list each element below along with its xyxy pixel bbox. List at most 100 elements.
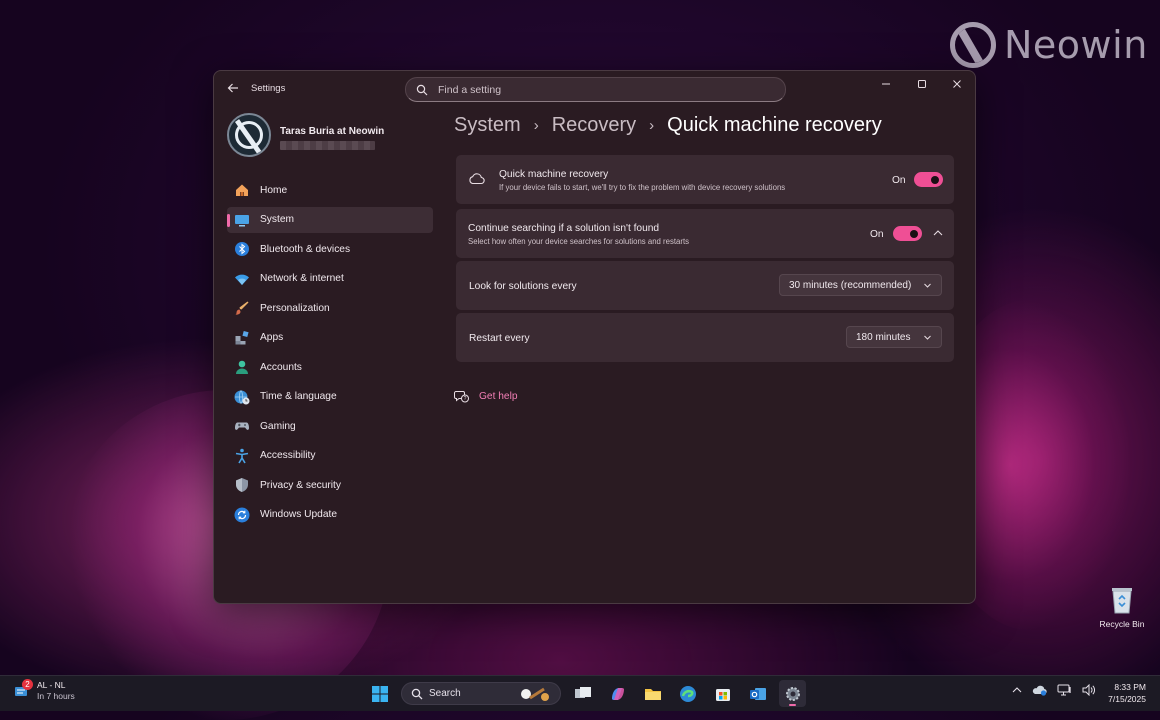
sidebar-item-home[interactable]: Home: [227, 177, 433, 203]
restart-every-dropdown[interactable]: 180 minutes: [846, 326, 942, 348]
breadcrumb-system[interactable]: System: [454, 114, 521, 137]
system-icon: [234, 212, 250, 228]
continue-search-toggle[interactable]: [893, 226, 922, 241]
sidebar-item-label: Apps: [260, 332, 284, 343]
shield-icon: [234, 477, 250, 493]
back-button[interactable]: [224, 80, 242, 98]
globe-clock-icon: [234, 389, 250, 405]
settings-app-button[interactable]: [779, 680, 806, 707]
quick-recovery-title: Quick machine recovery: [499, 169, 609, 180]
title-bar: Settings: [214, 71, 975, 107]
continue-search-card[interactable]: Continue searching if a solution isn't f…: [456, 209, 954, 258]
volume-icon[interactable]: [1082, 684, 1096, 696]
search-input[interactable]: [436, 82, 760, 97]
weather-icon: 2: [13, 679, 33, 700]
look-for-solutions-label: Look for solutions every: [469, 281, 577, 292]
taskbar-search[interactable]: Search: [401, 682, 561, 705]
person-icon: [234, 359, 250, 375]
store-button[interactable]: [709, 680, 736, 707]
outlook-icon: [749, 687, 766, 700]
minimize-icon: [882, 83, 890, 85]
search-highlight-icon: [521, 687, 549, 701]
apps-icon: [234, 330, 250, 346]
edge-browser-icon: [679, 685, 696, 702]
folder-icon: [644, 688, 661, 700]
sidebar-item-label: Accounts: [260, 361, 302, 373]
cloud-icon: [469, 173, 485, 185]
edge-button[interactable]: [674, 680, 701, 707]
chevron-up-icon[interactable]: [1012, 686, 1022, 694]
help-chat-icon: ?: [454, 391, 469, 403]
store-icon: [715, 688, 730, 701]
taskbar-clock[interactable]: 8:33 PM 7/15/2025: [1100, 681, 1146, 705]
restart-every-row: Restart every 180 minutes: [456, 313, 954, 362]
restart-every-label: Restart every: [469, 333, 530, 344]
search-icon: [416, 84, 428, 95]
chevron-right-icon: ›: [649, 117, 655, 134]
sidebar-item-system[interactable]: System: [227, 206, 433, 233]
quick-recovery-state: On: [892, 175, 906, 186]
network-icon[interactable]: [1057, 684, 1072, 696]
close-button[interactable]: [940, 75, 974, 97]
sidebar-item-label: Accessibility: [260, 450, 316, 461]
gamepad-icon: [234, 418, 250, 434]
sidebar-item-label: Windows Update: [260, 509, 338, 520]
sidebar-item-apps[interactable]: Apps: [227, 325, 433, 351]
quick-recovery-toggle[interactable]: [914, 172, 943, 187]
task-view-icon: [574, 686, 591, 698]
copilot-button[interactable]: [604, 680, 631, 707]
profile-email-redacted: [280, 141, 375, 150]
user-profile[interactable]: Taras Buria at Neowin: [227, 113, 427, 159]
look-for-solutions-dropdown[interactable]: 30 minutes (recommended): [779, 274, 942, 296]
sidebar-item-accessibility[interactable]: Accessibility: [227, 443, 433, 469]
sidebar-item-windows-update[interactable]: Windows Update: [227, 502, 433, 528]
sidebar-item-label: Home: [260, 184, 288, 196]
sidebar-item-time-language[interactable]: Time & language: [227, 384, 433, 410]
sidebar-item-label: Gaming: [260, 420, 296, 432]
home-icon: [234, 182, 250, 198]
sidebar-item-bluetooth[interactable]: Bluetooth & devices: [227, 236, 433, 262]
breadcrumb-recovery[interactable]: Recovery: [552, 114, 636, 137]
chevron-down-icon: [924, 283, 931, 288]
page-title: Quick machine recovery: [667, 114, 882, 136]
task-view-button[interactable]: [569, 680, 596, 707]
sidebar-nav: Home System Bluetooth & devices Network …: [227, 177, 433, 531]
brush-icon: [234, 300, 250, 316]
sidebar-item-accounts[interactable]: Accounts: [227, 354, 433, 380]
continue-search-description: Select how often your device searches fo…: [468, 237, 690, 246]
settings-window: Settings Taras Buria at Neowin Home Syst…: [213, 70, 976, 604]
get-help-link[interactable]: ? Get help: [454, 389, 518, 403]
onedrive-icon[interactable]: [1032, 684, 1047, 696]
gear-icon: [785, 686, 800, 701]
windows-logo-icon: [371, 685, 388, 702]
sidebar-item-label: Bluetooth & devices: [260, 243, 351, 255]
weather-widget[interactable]: 2 AL - NL In 7 hours: [13, 679, 75, 702]
continue-search-title: Continue searching if a solution isn't f…: [468, 223, 660, 234]
sidebar-item-privacy-security[interactable]: Privacy & security: [227, 472, 433, 498]
file-explorer-button[interactable]: [639, 680, 666, 707]
watermark-text: Neowin: [1004, 23, 1148, 67]
sidebar-item-personalization[interactable]: Personalization: [227, 295, 433, 321]
recycle-bin-label: Recycle Bin: [1099, 619, 1145, 629]
sidebar-item-label: Privacy & security: [260, 479, 341, 491]
chevron-up-icon[interactable]: [933, 229, 943, 237]
taskbar: 2 AL - NL In 7 hours Search 8:33 PM 7/15…: [0, 675, 1160, 711]
maximize-button[interactable]: [905, 75, 939, 97]
get-help-label: Get help: [479, 390, 518, 402]
wifi-icon: [234, 271, 250, 287]
taskbar-apps: Search: [366, 680, 806, 707]
find-setting-search[interactable]: [405, 77, 786, 102]
weather-title: AL - NL: [37, 680, 66, 690]
sidebar-item-network[interactable]: Network & internet: [227, 266, 433, 292]
sidebar-item-gaming[interactable]: Gaming: [227, 413, 433, 439]
outlook-button[interactable]: [744, 680, 771, 707]
dropdown-value: 30 minutes (recommended): [789, 279, 912, 291]
minimize-button[interactable]: [869, 75, 903, 97]
notification-badge: 2: [22, 679, 33, 690]
start-button[interactable]: [366, 680, 393, 707]
taskbar-search-label: Search: [429, 688, 461, 699]
continue-search-state: On: [870, 229, 884, 240]
profile-name: Taras Buria at Neowin: [280, 126, 385, 137]
recycle-bin[interactable]: Recycle Bin: [1098, 585, 1146, 629]
look-for-solutions-row: Look for solutions every 30 minutes (rec…: [456, 261, 954, 310]
